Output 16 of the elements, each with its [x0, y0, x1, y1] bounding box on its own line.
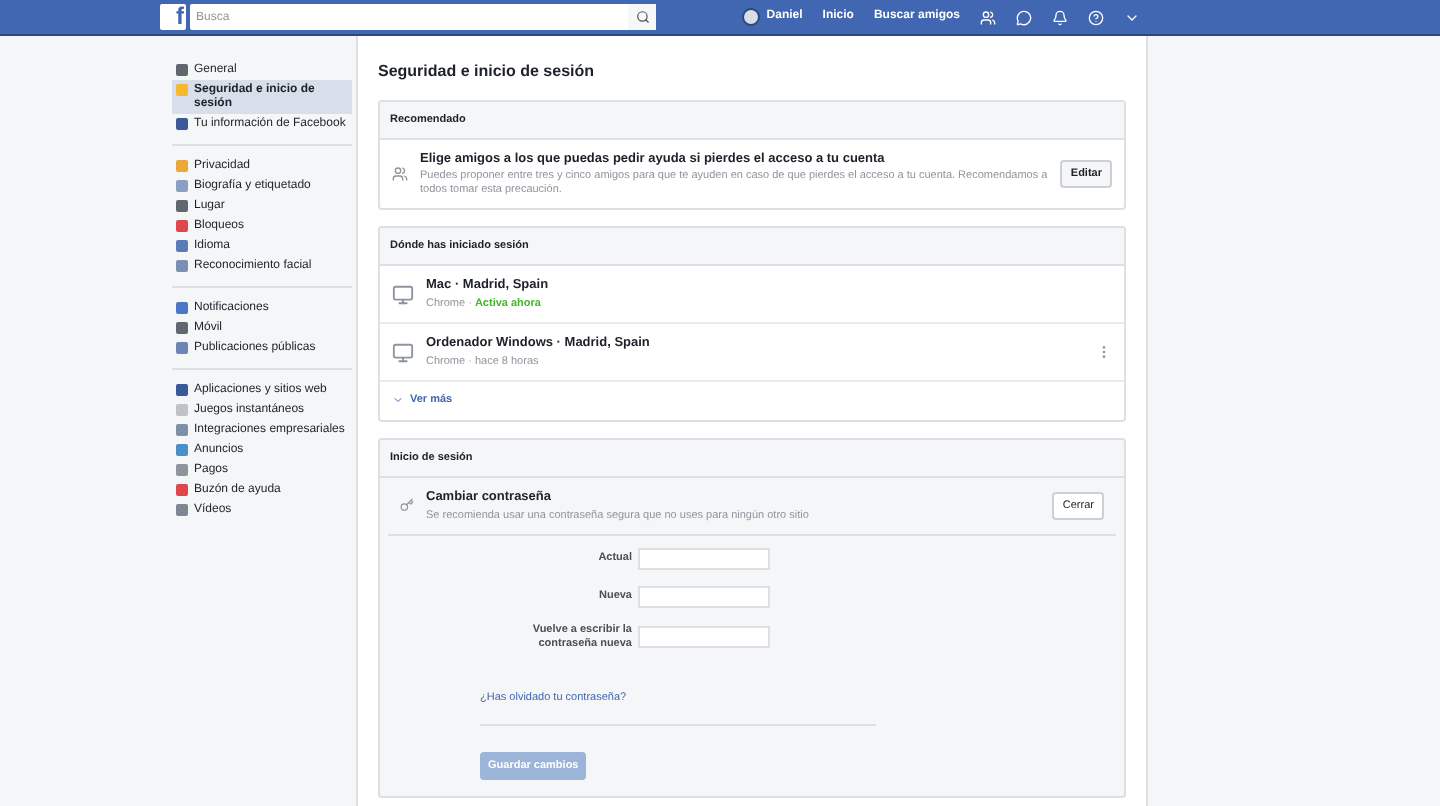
friends-icon[interactable]: [980, 9, 996, 25]
messenger-icon[interactable]: [1016, 9, 1032, 25]
computer-icon: [392, 283, 414, 306]
password-field[interactable]: [638, 626, 770, 649]
logo[interactable]: f: [160, 4, 186, 30]
avatar[interactable]: [742, 8, 761, 26]
page-title: Seguridad e inicio de sesión: [378, 60, 597, 84]
password-field[interactable]: [638, 547, 770, 570]
bell-icon[interactable]: [1052, 9, 1068, 25]
password-field[interactable]: [638, 585, 770, 608]
people-icon: [392, 166, 408, 183]
computer-icon: [392, 341, 414, 364]
key-icon: [400, 498, 414, 513]
help-icon[interactable]: [1088, 9, 1104, 25]
caret-icon: [392, 394, 404, 407]
search-icon[interactable]: [628, 4, 656, 30]
